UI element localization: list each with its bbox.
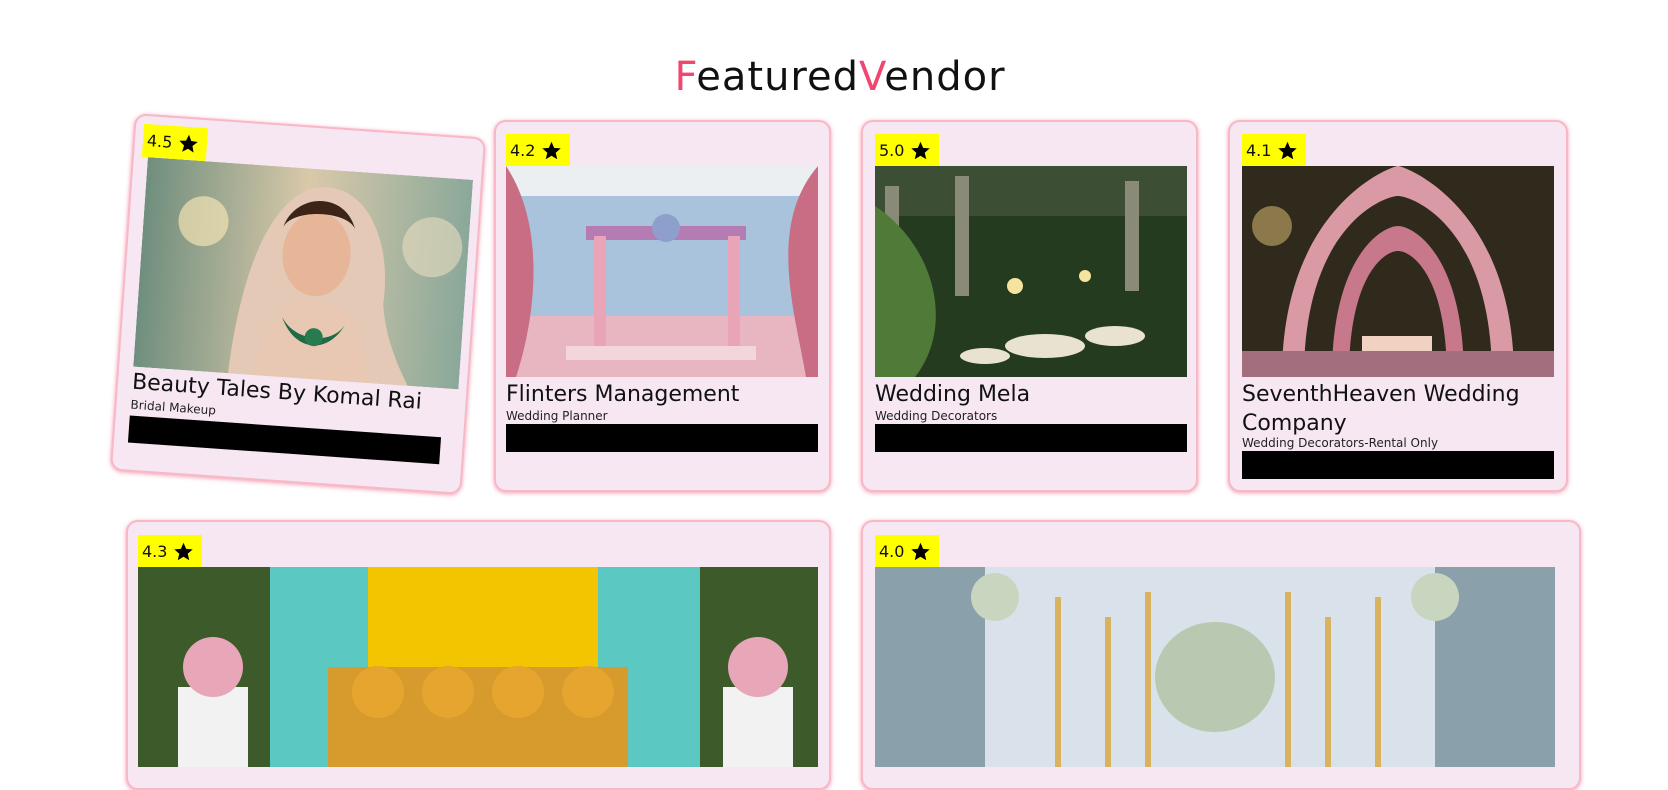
vendor-category: Wedding Planner bbox=[506, 409, 608, 423]
star-icon bbox=[1277, 140, 1298, 161]
vendor-card-candle-decor[interactable]: 4.0 bbox=[861, 520, 1581, 790]
star-icon bbox=[173, 541, 194, 562]
star-icon bbox=[910, 140, 931, 161]
vendor-photo[interactable] bbox=[875, 166, 1187, 377]
title-initial-f: F bbox=[674, 54, 697, 100]
rating-value: 4.1 bbox=[1246, 141, 1272, 160]
title-rest-featured: eatured bbox=[696, 54, 859, 100]
star-icon bbox=[541, 140, 562, 161]
star-icon bbox=[910, 541, 931, 562]
vendor-card-wedding-mela[interactable]: 5.0 Wedding Mela Wedding Decorators bbox=[861, 120, 1198, 492]
vendor-photo[interactable] bbox=[875, 567, 1555, 767]
rating-value: 5.0 bbox=[879, 141, 905, 160]
rating-badge: 4.3 bbox=[138, 535, 202, 568]
vendor-action-bar[interactable] bbox=[506, 424, 818, 452]
vendor-name[interactable]: SeventhHeaven Wedding Company bbox=[1242, 380, 1562, 438]
vendor-photo[interactable] bbox=[506, 166, 818, 377]
star-icon bbox=[178, 132, 200, 154]
rating-value: 4.2 bbox=[510, 141, 536, 160]
rating-badge: 5.0 bbox=[875, 134, 939, 167]
vendor-name[interactable]: Wedding Mela bbox=[875, 380, 1195, 409]
title-rest-vendor: endor bbox=[884, 54, 1006, 100]
vendor-photo[interactable] bbox=[1242, 166, 1554, 377]
title-initial-v: V bbox=[859, 54, 885, 100]
vendor-card-beauty-tales[interactable]: 4.5 Beauty Tales By Komal Rai Bridal Mak… bbox=[109, 113, 487, 495]
vendor-action-bar[interactable] bbox=[875, 424, 1187, 452]
vendor-card-haldi-decor[interactable]: 4.3 bbox=[126, 520, 831, 790]
vendor-category: Wedding Decorators bbox=[875, 409, 998, 423]
rating-badge: 4.1 bbox=[1242, 134, 1306, 167]
vendor-category: Wedding Decorators-Rental Only bbox=[1242, 436, 1439, 450]
rating-badge: 4.2 bbox=[506, 134, 570, 167]
rating-badge: 4.0 bbox=[875, 535, 939, 568]
section-title: FeaturedVendor bbox=[0, 54, 1668, 100]
vendor-action-bar[interactable] bbox=[1242, 451, 1554, 479]
vendor-name[interactable]: Flinters Management bbox=[506, 380, 826, 409]
vendor-photo[interactable] bbox=[133, 157, 474, 390]
rating-value: 4.5 bbox=[146, 131, 174, 152]
rating-value: 4.3 bbox=[142, 542, 168, 561]
rating-badge: 4.5 bbox=[141, 123, 209, 162]
rating-value: 4.0 bbox=[879, 542, 905, 561]
vendor-card-seventhheaven[interactable]: 4.1 SeventhHeaven Wedding Company Weddin… bbox=[1228, 120, 1568, 492]
vendor-card-flinters[interactable]: 4.2 Flinters Management Wedding Planner bbox=[494, 120, 831, 492]
vendor-photo[interactable] bbox=[138, 567, 818, 767]
